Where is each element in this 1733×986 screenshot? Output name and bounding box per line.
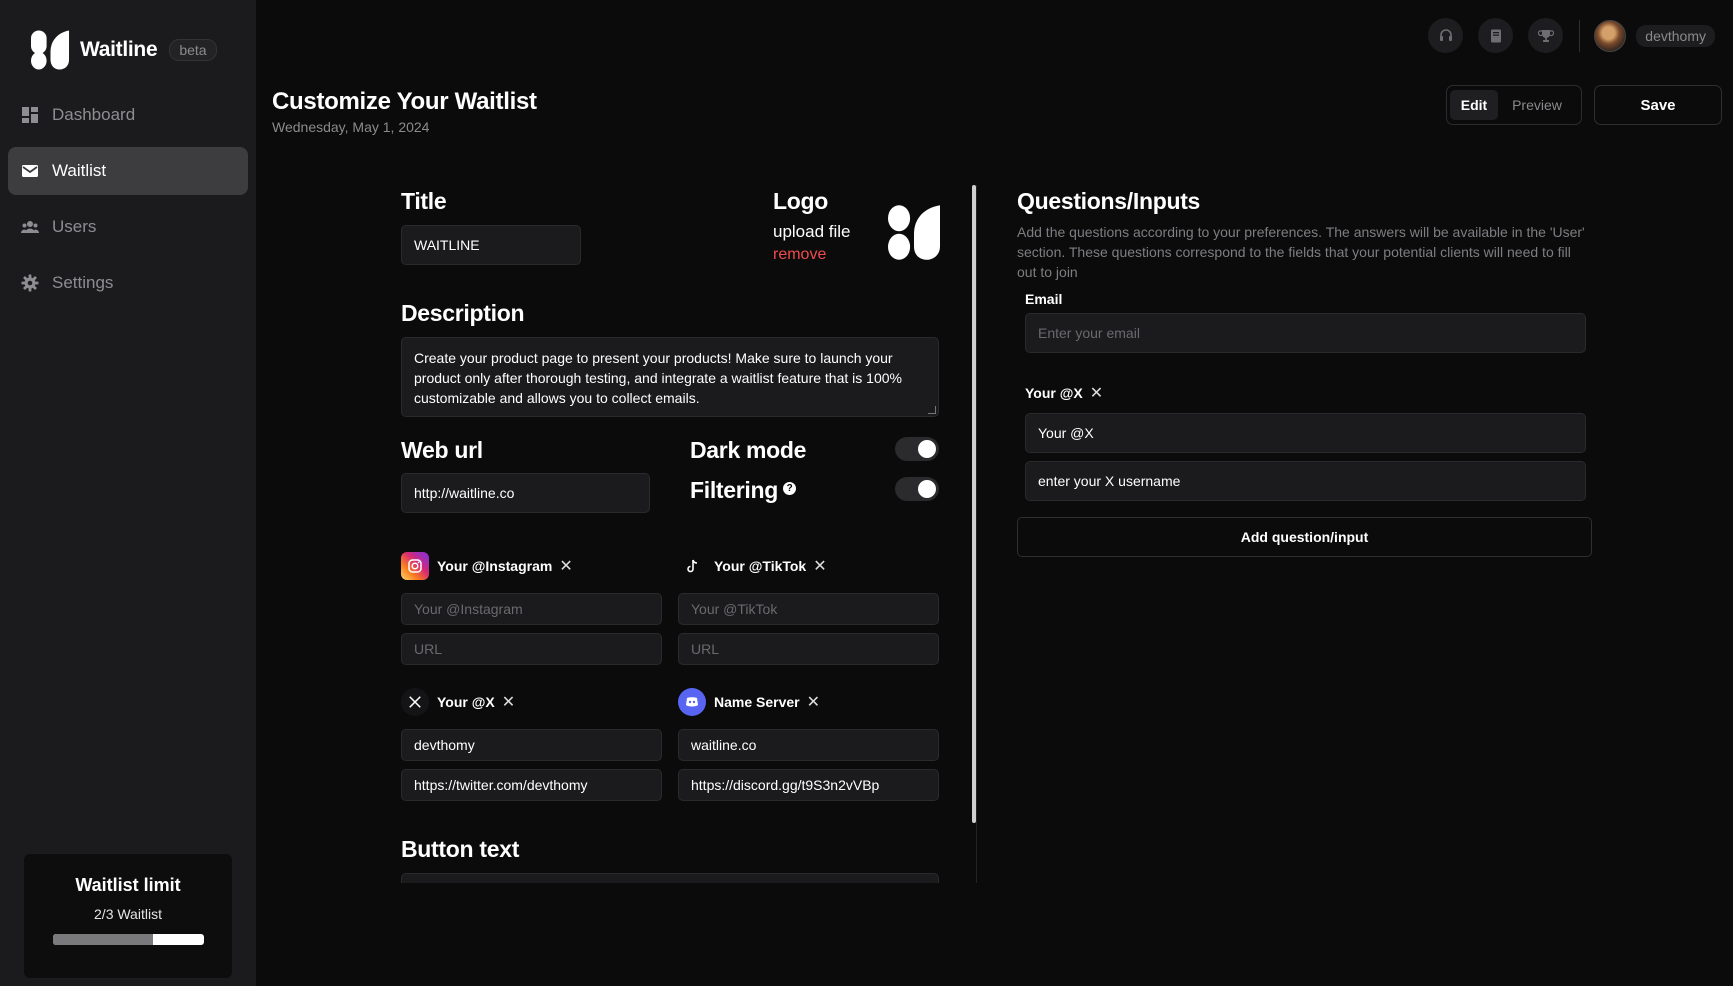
brand[interactable]: Waitline beta [31, 30, 217, 70]
limit-text: 2/3 Waitlist [94, 906, 162, 922]
tiktok-name-input[interactable]: Your @TikTok [678, 593, 939, 625]
support-button[interactable] [1428, 18, 1464, 53]
logo-heading: Logo [773, 188, 828, 214]
social-label: Your @X [437, 694, 495, 710]
dark-mode-toggle[interactable] [895, 437, 939, 461]
limit-title: Waitlist limit [75, 875, 181, 895]
web-url-input[interactable]: http://waitline.co [401, 473, 650, 513]
headset-icon [1439, 28, 1452, 41]
x-question-title-input[interactable]: Your @X [1025, 413, 1586, 453]
sidebar-item-label: Users [52, 217, 97, 236]
sidebar-item-label: Waitlist [52, 161, 107, 180]
x-logo-icon [401, 688, 429, 716]
sidebar-item-users[interactable]: Users [8, 203, 248, 251]
save-button[interactable]: Save [1594, 85, 1722, 125]
email-input[interactable]: Enter your email [1025, 313, 1586, 353]
header-divider [1579, 19, 1581, 52]
email-label: Email [1025, 291, 1063, 307]
remove-logo-link[interactable]: remove [773, 246, 826, 264]
description-text: Create your product page to present your… [414, 350, 902, 406]
filtering-label-row: Filtering? [690, 477, 797, 504]
page-date: Wednesday, May 1, 2024 [272, 119, 430, 135]
sidebar-item-settings[interactable]: Settings [8, 259, 248, 307]
instagram-name-input[interactable]: Your @Instagram [401, 593, 662, 625]
discord-social-header: Name Server ✕ [678, 688, 820, 716]
x-question-placeholder-input[interactable]: enter your X username [1025, 461, 1586, 501]
sidebar-item-dashboard[interactable]: Dashboard [8, 91, 248, 139]
close-icon[interactable]: ✕ [502, 692, 515, 712]
waitlist-limit-card: Waitlist limit 2/3 Waitlist [24, 854, 232, 978]
trophy-icon [1537, 29, 1554, 42]
logo-preview-icon [888, 205, 940, 260]
waitline-logo-icon [31, 30, 70, 70]
questions-description: Add the questions according to your pref… [1017, 224, 1585, 280]
mail-icon [22, 165, 38, 177]
instagram-url-input[interactable]: URL [401, 633, 662, 665]
close-icon[interactable]: ✕ [807, 692, 820, 712]
users-icon [21, 221, 39, 233]
social-label: Your @TikTok [714, 558, 807, 574]
x-question-label: Your @X [1025, 385, 1083, 401]
resize-handle[interactable] [928, 406, 936, 414]
social-label: Name Server [714, 694, 800, 710]
add-question-button[interactable]: Add question/input [1017, 517, 1592, 557]
tab-preview[interactable]: Preview [1498, 90, 1576, 120]
limit-progress-fill [52, 934, 154, 945]
toggle-knob [918, 440, 936, 458]
social-label: Your @Instagram [437, 558, 553, 574]
web-url-heading: Web url [401, 437, 483, 463]
x-url-input[interactable]: https://twitter.com/devthomy [401, 769, 662, 801]
sidebar: Waitline beta Dashboard Waitlist Users S… [0, 0, 256, 986]
mode-switch: Edit Preview [1446, 85, 1582, 125]
close-icon[interactable]: ✕ [559, 556, 572, 576]
discord-icon [678, 688, 706, 716]
description-textarea[interactable]: Create your product page to present your… [401, 337, 939, 417]
dashboard-icon [22, 107, 38, 123]
x-name-input[interactable]: devthomy [401, 729, 662, 761]
docs-button[interactable] [1478, 18, 1514, 53]
username-badge[interactable]: devthomy [1636, 24, 1715, 47]
dark-mode-label: Dark mode [690, 437, 807, 463]
tiktok-icon [678, 552, 706, 580]
close-icon[interactable]: ✕ [813, 556, 826, 576]
sidebar-item-label: Settings [52, 273, 114, 292]
brand-name: Waitline [80, 38, 158, 61]
tiktok-url-input[interactable]: URL [678, 633, 939, 665]
book-icon [1490, 29, 1501, 42]
button-text-input[interactable] [401, 873, 939, 883]
toggle-knob [918, 480, 936, 498]
discord-name-input[interactable]: waitline.co [678, 729, 939, 761]
description-heading: Description [401, 300, 525, 326]
filtering-toggle[interactable] [895, 477, 939, 501]
upload-file-link[interactable]: upload file [773, 222, 851, 242]
button-text-heading: Button text [401, 836, 520, 862]
avatar[interactable] [1594, 19, 1627, 52]
sidebar-nav: Dashboard Waitlist Users Settings [8, 91, 248, 315]
sidebar-item-waitlist[interactable]: Waitlist [8, 147, 248, 195]
instagram-icon [401, 552, 429, 580]
close-icon[interactable]: ✕ [1090, 383, 1103, 403]
instagram-social-header: Your @Instagram ✕ [401, 552, 573, 580]
page-title: Customize Your Waitlist [272, 88, 537, 115]
title-input[interactable]: WAITLINE [401, 225, 581, 265]
title-heading: Title [401, 188, 447, 214]
achievements-button[interactable] [1528, 18, 1564, 53]
questions-heading: Questions/Inputs [1017, 188, 1201, 214]
filtering-label: Filtering [690, 477, 779, 503]
discord-url-input[interactable]: https://discord.gg/t9S3n2vVBp [678, 769, 939, 801]
tab-edit[interactable]: Edit [1450, 90, 1498, 120]
x-question-header: Your @X ✕ [1025, 383, 1103, 403]
sidebar-item-label: Dashboard [52, 105, 136, 124]
column-divider [976, 185, 977, 883]
help-icon[interactable]: ? [783, 482, 797, 496]
gear-icon [21, 274, 39, 292]
x-social-header: Your @X ✕ [401, 688, 515, 716]
limit-progress-bar [52, 934, 204, 945]
tiktok-social-header: Your @TikTok ✕ [678, 552, 827, 580]
topbar: devthomy [1413, 18, 1715, 53]
beta-badge: beta [169, 39, 217, 61]
